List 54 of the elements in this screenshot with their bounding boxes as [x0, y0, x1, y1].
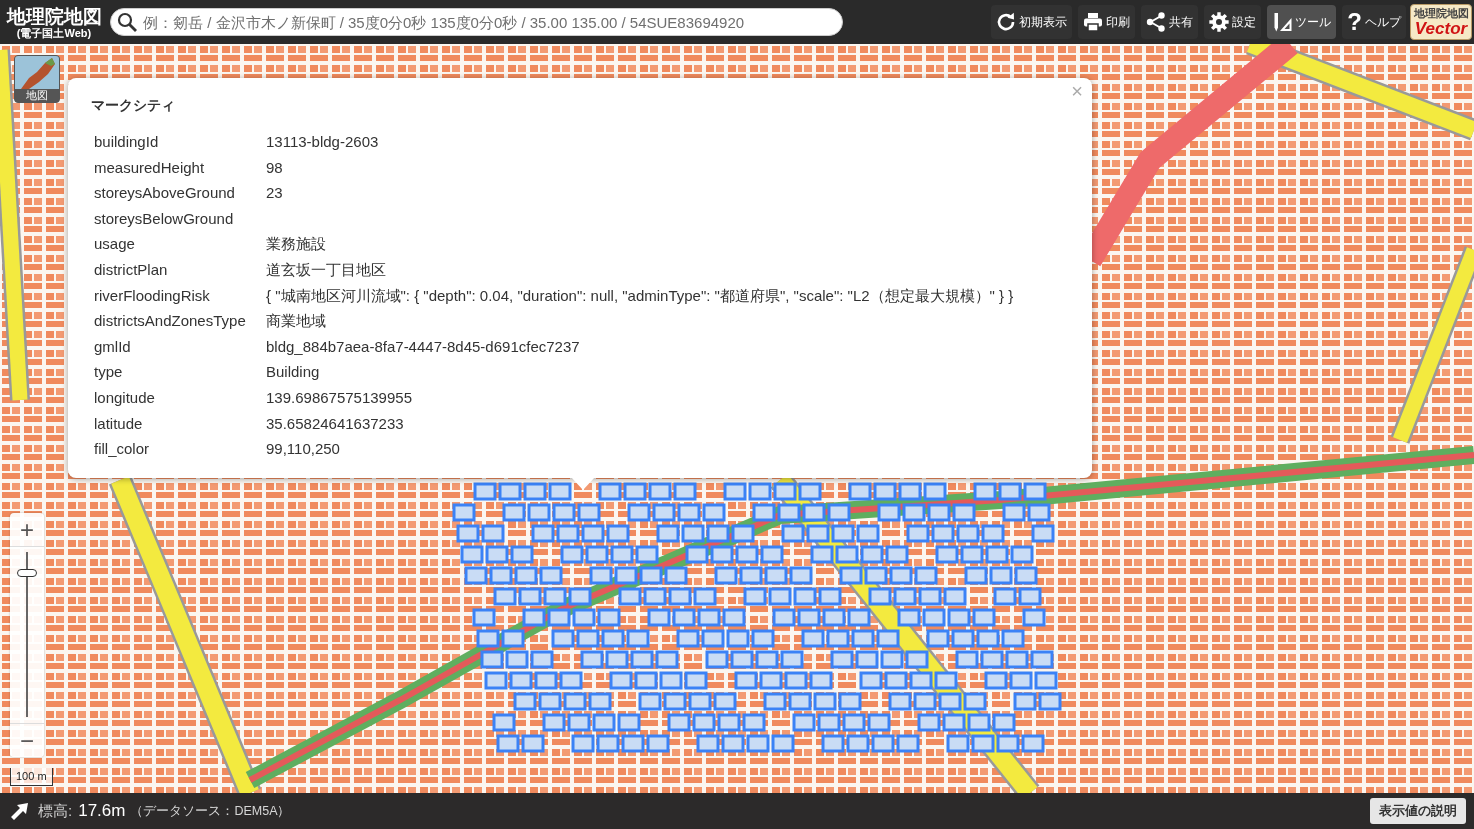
- property-name: measuredHeight: [94, 157, 206, 178]
- settings-button[interactable]: 設定: [1204, 5, 1262, 39]
- property-value: 業務施設: [266, 234, 327, 255]
- property-value: Building: [266, 362, 321, 383]
- data-source-text: （データソース：DEM5A）: [130, 802, 291, 820]
- zoom-out-button[interactable]: −: [10, 723, 44, 757]
- property-name: districtsAndZonesType: [94, 311, 247, 332]
- property-value: 99,110,250: [266, 439, 341, 460]
- property-name: storeysAboveGround: [94, 183, 236, 204]
- share-icon: [1146, 12, 1167, 32]
- zoom-in-button[interactable]: +: [10, 513, 44, 547]
- property-value: 98: [266, 157, 284, 178]
- app-title: 地理院地図: [6, 5, 102, 27]
- elevation-label: 標高:: [38, 801, 73, 821]
- property-name: latitude: [94, 413, 144, 434]
- value-help-button[interactable]: 表示値の説明: [1370, 798, 1466, 824]
- print-button[interactable]: 印刷: [1078, 5, 1136, 39]
- zoom-slider-thumb[interactable]: [17, 569, 37, 578]
- search-icon: [117, 12, 137, 32]
- share-button[interactable]: 共有: [1141, 5, 1199, 39]
- property-name: riverFloodingRisk: [94, 285, 211, 306]
- refresh-icon: [996, 12, 1017, 32]
- property-name: usage: [94, 234, 136, 255]
- search-field[interactable]: 例：剱岳 / 金沢市木ノ新保町 / 35度0分0秒 135度0分0秒 / 35.00 135.00 / 54SUE83694920: [110, 8, 843, 36]
- property-name: districtPlan: [94, 259, 169, 280]
- property-name: storeysBelowGround: [94, 208, 235, 229]
- elevation-value: 17.6m: [78, 801, 126, 821]
- vector-map-link[interactable]: 地理院地図 Vector: [1410, 4, 1472, 40]
- property-value: 139.69867575139955: [266, 387, 413, 408]
- property-value: 商業地域: [266, 311, 327, 332]
- printer-icon: [1083, 12, 1104, 32]
- reset-view-button[interactable]: 初期表示: [991, 5, 1073, 39]
- property-value: bldg_884b7aea-8fa7-4447-8d45-d691cfec7237: [266, 336, 581, 357]
- pencil-ruler-icon: [1272, 12, 1293, 32]
- property-value: 23: [266, 183, 284, 204]
- property-name: buildingId: [94, 132, 160, 152]
- map-thumbnail-icon: [15, 56, 59, 89]
- base-map-button[interactable]: 地図: [14, 55, 60, 103]
- question-mark-icon: ?: [1347, 10, 1362, 34]
- property-value: { "城南地区河川流域": { "depth": 0.04, "duration": null, "adminType": "都道府県", "scale": "L2（想定最大規模）" } }: [266, 285, 1015, 306]
- arrow-icon[interactable]: [10, 801, 30, 821]
- scale-bar: 100 m: [10, 768, 53, 786]
- property-value: 道玄坂一丁目地区: [266, 259, 387, 280]
- property-name: fill_color: [94, 439, 151, 460]
- popup-title: マークシティ: [91, 96, 176, 115]
- app-subtitle: (電子国土Web): [16, 26, 92, 39]
- gear-icon: [1209, 12, 1230, 32]
- tools-button[interactable]: ツール: [1267, 5, 1337, 39]
- zoom-slider-track[interactable]: [17, 552, 37, 717]
- property-value: 13113-bldg-2603: [266, 132, 380, 152]
- property-value: 35.65824641637233: [266, 413, 405, 434]
- property-name: gmlId: [94, 336, 132, 357]
- property-name: longitude: [94, 387, 156, 408]
- property-name: type: [94, 362, 124, 383]
